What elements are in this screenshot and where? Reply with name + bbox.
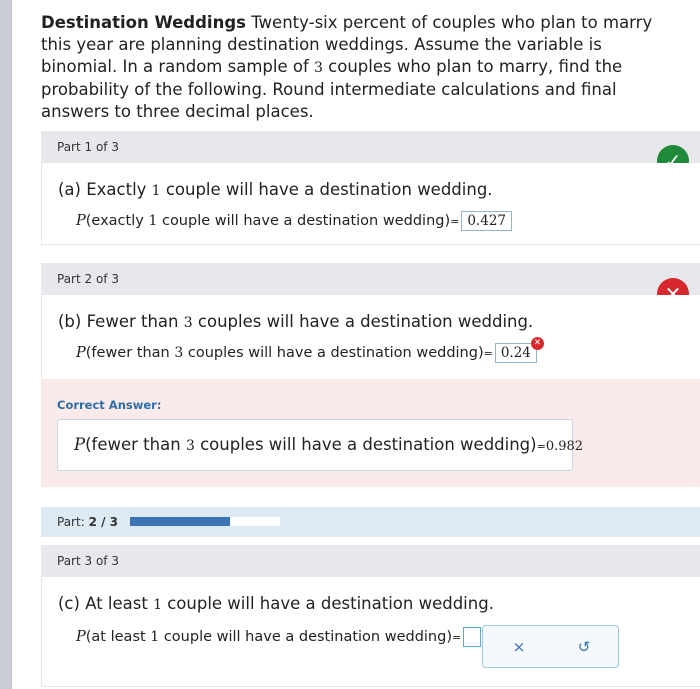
correct-answer-panel: Correct Answer: P(fewer than 3 couples w… (41, 379, 700, 487)
p-symbol: P (76, 213, 86, 229)
part-3-header: Part 3 of 3 (41, 545, 700, 577)
part-1-prompt: (a) Exactly 1 couple will have a destina… (58, 180, 493, 199)
math-toolbox: × ↺ (482, 625, 619, 668)
correct-answer-value: 0.982 (545, 439, 584, 454)
part-2-answer-value: 0.24 (500, 345, 531, 361)
part-2-prompt-pre: (b) Fewer than (58, 312, 184, 331)
part-1-answer-field[interactable]: 0.427 (461, 211, 512, 231)
part-2-answer-line: P(fewer than 3 couples will have a desti… (76, 337, 544, 363)
part-1-ans-pre: (exactly (85, 213, 149, 229)
part-2-ans-pre: (fewer than (85, 345, 175, 361)
equals-sign: = (451, 631, 462, 644)
part-1-answer-line: P(exactly 1 couple will have a destinati… (76, 211, 512, 231)
equals-sign: = (483, 347, 493, 360)
progress-label: Part: 2 / 3 (57, 515, 118, 529)
part-2-prompt-num: 3 (183, 315, 193, 331)
progress-bar-fill (130, 517, 231, 526)
part-1-header: Part 1 of 3 (41, 131, 700, 163)
equals-sign: = (536, 440, 546, 453)
part-1-header-label: Part 1 of 3 (57, 140, 119, 154)
part-2-prompt: (b) Fewer than 3 couples will have a des… (58, 312, 533, 331)
part-3-prompt-num: 1 (153, 597, 162, 613)
clear-button[interactable]: × (499, 634, 539, 660)
part-1-prompt-post: couple will have a destination wedding. (160, 180, 493, 199)
part-3-ans-post: couple will have a destination wedding) (159, 629, 452, 645)
correct-num: 3 (185, 438, 195, 454)
part-3-ans-num: 1 (150, 629, 160, 645)
progress-label-text: Part: (57, 515, 85, 529)
p-symbol: P (76, 345, 86, 361)
part-3-ans-pre: (at least (85, 629, 151, 645)
part-2-answer-field[interactable]: 0.24 ✕ (494, 337, 544, 363)
progress-value: 2 / 3 (88, 515, 118, 529)
part-2-header: Part 2 of 3 (41, 263, 700, 295)
progress-strip: Part: 2 / 3 (41, 507, 700, 537)
correct-answer-text: P(fewer than 3 couples will have a desti… (74, 435, 583, 454)
part-3-prompt-post: couple will have a destination wedding. (161, 594, 494, 613)
part-3-answer-line: P(at least 1 couple will have a destinat… (76, 627, 482, 647)
equals-sign: = (450, 215, 460, 228)
part-1-body: (a) Exactly 1 couple will have a destina… (41, 163, 700, 245)
incorrect-mark-icon: ✕ (530, 337, 544, 350)
left-rail (0, 0, 12, 689)
part-1-prompt-pre: (a) Exactly (58, 180, 152, 199)
part-2-body: (b) Fewer than 3 couples will have a des… (41, 295, 700, 379)
undo-button[interactable]: ↺ (564, 634, 604, 660)
part-2-header-label: Part 2 of 3 (57, 272, 119, 286)
part-1-ans-post: couple will have a destination wedding) (157, 213, 451, 229)
part-3-answer-input[interactable] (463, 627, 482, 647)
question-text: Destination Weddings Twenty-six percent … (41, 12, 681, 123)
part-3-prompt-pre: (c) At least (58, 594, 154, 613)
correct-pre: (fewer than (85, 435, 186, 454)
part-1-prompt-num: 1 (151, 183, 161, 199)
part-2-ans-num: 3 (174, 345, 184, 361)
correct-answer-box: P(fewer than 3 couples will have a desti… (57, 419, 583, 471)
progress-bar (130, 517, 280, 526)
part-3-header-label: Part 3 of 3 (57, 554, 119, 568)
question-title: Destination Weddings (41, 13, 246, 32)
part-2-ans-post: couples will have a destination wedding) (183, 345, 484, 361)
part-2-prompt-post: couples will have a destination wedding. (192, 312, 534, 331)
p-symbol: P (76, 629, 86, 645)
p-symbol: P (74, 435, 86, 454)
part-3-prompt: (c) At least 1 couple will have a destin… (58, 594, 494, 613)
correct-answer-label: Correct Answer: (57, 398, 162, 412)
question-sample-size: 3 (314, 60, 323, 76)
correct-post: couples will have a destination wedding) (194, 435, 537, 454)
